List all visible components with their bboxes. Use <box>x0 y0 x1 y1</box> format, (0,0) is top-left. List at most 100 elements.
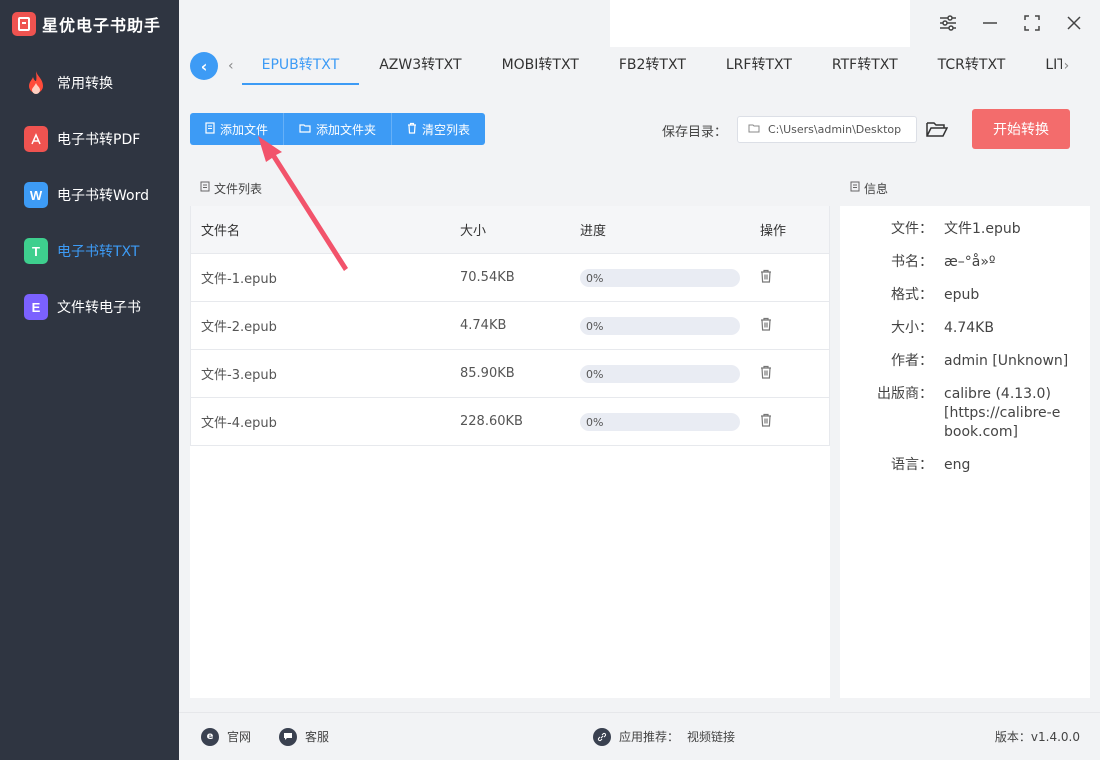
list-icon <box>200 181 210 195</box>
folder-outline-icon <box>748 123 760 136</box>
file-name: 文件-1.epub <box>201 272 277 287</box>
table-row[interactable]: 文件-1.epub 70.54KB 0% <box>191 254 829 302</box>
progress-bar: 0% <box>580 269 740 287</box>
table-row[interactable]: 文件-2.epub 4.74KB 0% <box>191 302 829 350</box>
app-logo-icon <box>12 11 36 36</box>
recommend-label: 应用推荐： <box>619 730 680 744</box>
tab-mobi-txt[interactable]: MOBI转TXT <box>482 47 599 85</box>
format-tabs: ‹ ‹ EPUB转TXT AZW3转TXT MOBI转TXT FB2转TXT L… <box>179 47 1100 85</box>
info-key: 作者： <box>891 353 933 369</box>
add-folder-button[interactable]: 添加文件夹 <box>284 113 393 145</box>
save-dir-field[interactable]: C:\Users\admin\Desktop <box>737 116 917 143</box>
add-file-button[interactable]: 添加文件 <box>190 113 285 145</box>
file-size: 70.54KB <box>460 270 515 285</box>
recommend-link[interactable]: 视频链接 <box>687 728 735 745</box>
sidebar-nav: 常用转换 电子书转PDF W 电子书转Word T 电子书转TXT E 文件转电… <box>0 55 179 335</box>
tab-lrf-txt[interactable]: LRF转TXT <box>706 47 812 85</box>
delete-icon[interactable] <box>760 365 774 381</box>
info-value: 4.74KB <box>944 320 994 336</box>
info-row: 格式： epub <box>840 286 1090 305</box>
info-value: 文件1.epub <box>944 221 1021 237</box>
save-dir-value: C:\Users\admin\Desktop <box>768 123 902 136</box>
info-key: 语言： <box>891 457 933 473</box>
tab-fb2-txt[interactable]: FB2转TXT <box>599 47 706 85</box>
sidebar-item-label: 电子书转Word <box>57 188 149 204</box>
version-label: 版本：v1.4.0.0 <box>994 730 1080 744</box>
tab-azw3-txt[interactable]: AZW3转TXT <box>359 47 481 85</box>
file-list-header: 文件列表 <box>190 170 830 206</box>
info-title: 信息 <box>864 181 889 196</box>
footer: e 官网 客服 应用推荐： 视频链接 版本：v1.4.0.0 <box>179 712 1100 760</box>
support-label: 客服 <box>305 730 330 744</box>
ie-icon: e <box>201 727 219 746</box>
col-name: 文件名 <box>201 224 241 239</box>
title-bar <box>179 0 1100 47</box>
sidebar-item-txt[interactable]: T 电子书转TXT <box>0 223 179 279</box>
pdf-icon <box>24 126 48 152</box>
tab-rtf-txt[interactable]: RTF转TXT <box>812 47 918 85</box>
info-value: epub <box>944 287 980 303</box>
info-value: eng <box>944 457 971 473</box>
tab-scroll-right-icon[interactable]: › <box>1064 58 1070 74</box>
word-icon: W <box>24 182 48 208</box>
info-row: 作者： admin [Unknown] <box>840 352 1090 371</box>
file-name: 文件-3.epub <box>201 368 277 383</box>
folder-icon <box>299 123 311 136</box>
browse-folder-icon[interactable] <box>925 118 949 140</box>
table-row[interactable]: 文件-3.epub 85.90KB 0% <box>191 350 829 398</box>
file-toolbar: 添加文件 添加文件夹 清空列表 <box>190 113 486 145</box>
file-size: 228.60KB <box>460 414 523 429</box>
file-size: 85.90KB <box>460 366 515 381</box>
recommend: 应用推荐： 视频链接 <box>593 727 735 746</box>
info-row: 语言： eng <box>840 456 1090 475</box>
title-bar-blank <box>610 0 910 47</box>
clear-list-button[interactable]: 清空列表 <box>392 113 486 145</box>
file-list-title: 文件列表 <box>214 181 263 196</box>
info-header: 信息 <box>840 170 1090 206</box>
info-key: 文件： <box>891 221 933 237</box>
file-table: 文件名 大小 进度 操作 文件-1.epub 70.54KB 0% 文件-2.e… <box>190 206 830 446</box>
sidebar-item-common[interactable]: 常用转换 <box>0 55 179 111</box>
close-icon[interactable] <box>1064 12 1084 34</box>
tab-list: EPUB转TXT AZW3转TXT MOBI转TXT FB2转TXT LRF转T… <box>241 47 1062 85</box>
progress-text: 0% <box>586 367 604 381</box>
sidebar: 星优电子书助手 常用转换 电子书转PDF W 电子书转Word T 电子书转TX… <box>0 0 179 760</box>
clear-list-label: 清空列表 <box>422 122 471 137</box>
trash-icon <box>407 122 417 137</box>
info-row: 出版商： calibre (4.13.0) [https://calibre-e… <box>840 385 1090 442</box>
sidebar-item-word[interactable]: W 电子书转Word <box>0 167 179 223</box>
tab-lit-txt[interactable]: LIT转T <box>1025 47 1061 85</box>
fire-icon <box>24 70 48 96</box>
txt-icon: T <box>24 238 48 264</box>
sidebar-item-pdf[interactable]: 电子书转PDF <box>0 111 179 167</box>
sidebar-item-label: 文件转电子书 <box>57 300 141 316</box>
brand: 星优电子书助手 <box>0 0 179 47</box>
sidebar-item-label: 常用转换 <box>57 76 113 92</box>
save-dir-label: 保存目录： <box>662 125 728 140</box>
support-link[interactable]: 客服 <box>279 727 330 746</box>
back-icon[interactable]: ‹ <box>190 52 218 80</box>
start-convert-button[interactable]: 开始转换 <box>972 109 1070 149</box>
website-link[interactable]: e 官网 <box>201 727 251 746</box>
maximize-icon[interactable] <box>1022 12 1042 34</box>
progress-bar: 0% <box>580 413 740 431</box>
table-row[interactable]: 文件-4.epub 228.60KB 0% <box>191 398 829 446</box>
info-list-icon <box>850 181 860 195</box>
settings-icon[interactable] <box>938 12 958 34</box>
chat-icon <box>279 727 297 746</box>
tab-tcr-txt[interactable]: TCR转TXT <box>918 47 1026 85</box>
delete-icon[interactable] <box>760 413 774 429</box>
col-size: 大小 <box>460 224 487 239</box>
col-op: 操作 <box>760 224 787 239</box>
info-panel: 信息 文件： 文件1.epub 书名： æ–°å»º 格式： epub 大小： … <box>840 170 1090 698</box>
sidebar-item-ebook[interactable]: E 文件转电子书 <box>0 279 179 335</box>
link-icon <box>593 727 611 746</box>
delete-icon[interactable] <box>760 317 774 333</box>
delete-icon[interactable] <box>760 269 774 285</box>
info-key: 格式： <box>891 287 933 303</box>
tab-epub-txt[interactable]: EPUB转TXT <box>241 47 360 85</box>
add-file-label: 添加文件 <box>220 122 269 137</box>
info-value: admin [Unknown] <box>944 353 1069 369</box>
minimize-icon[interactable] <box>980 12 1000 34</box>
tab-scroll-left-icon[interactable]: ‹ <box>228 58 234 74</box>
